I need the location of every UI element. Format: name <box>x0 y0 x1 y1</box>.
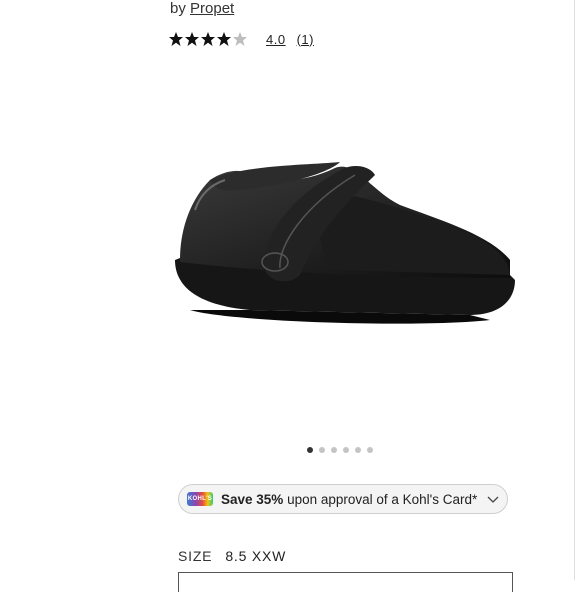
size-label: SIZE <box>178 548 213 564</box>
promo-rest-text: upon approval of a Kohl's Card* <box>283 491 478 507</box>
product-page: by Propet 4.0 (1) KOHL'S Save 35% upon a… <box>0 0 580 592</box>
rating-value[interactable]: 4.0 <box>266 32 286 47</box>
rating[interactable]: 4.0 (1) <box>168 31 314 47</box>
carousel-dot[interactable] <box>319 447 325 453</box>
star-filled-icon <box>217 32 231 46</box>
chevron-down-icon[interactable] <box>487 493 499 505</box>
star-empty-icon <box>233 32 247 46</box>
kohls-card-promo[interactable]: KOHL'S Save 35% upon approval of a Kohl'… <box>178 484 508 514</box>
kohls-card-icon: KOHL'S <box>187 492 213 506</box>
divider <box>574 0 575 580</box>
carousel-dot[interactable] <box>355 447 361 453</box>
product-image[interactable] <box>170 150 520 340</box>
review-count-link[interactable]: (1) <box>297 32 314 47</box>
size-value: 8.5 XXW <box>225 548 287 564</box>
brand-link[interactable]: Propet <box>190 0 234 17</box>
star-filled-icon <box>201 32 215 46</box>
carousel-dot[interactable] <box>367 447 373 453</box>
carousel-dot[interactable] <box>331 447 337 453</box>
star-rating <box>168 31 248 47</box>
star-filled-icon <box>185 32 199 46</box>
star-filled-icon <box>169 32 183 46</box>
promo-text: Save 35% upon approval of a Kohl's Card* <box>221 492 477 507</box>
brand-line: by Propet <box>170 0 234 18</box>
carousel-dot[interactable] <box>307 447 313 453</box>
size-row: SIZE 8.5 XXW <box>178 548 286 564</box>
size-option-box[interactable] <box>178 572 513 592</box>
carousel-dot[interactable] <box>343 447 349 453</box>
by-prefix: by <box>170 0 191 17</box>
promo-bold-text: Save 35% <box>221 491 284 507</box>
carousel-dots[interactable] <box>307 447 373 453</box>
